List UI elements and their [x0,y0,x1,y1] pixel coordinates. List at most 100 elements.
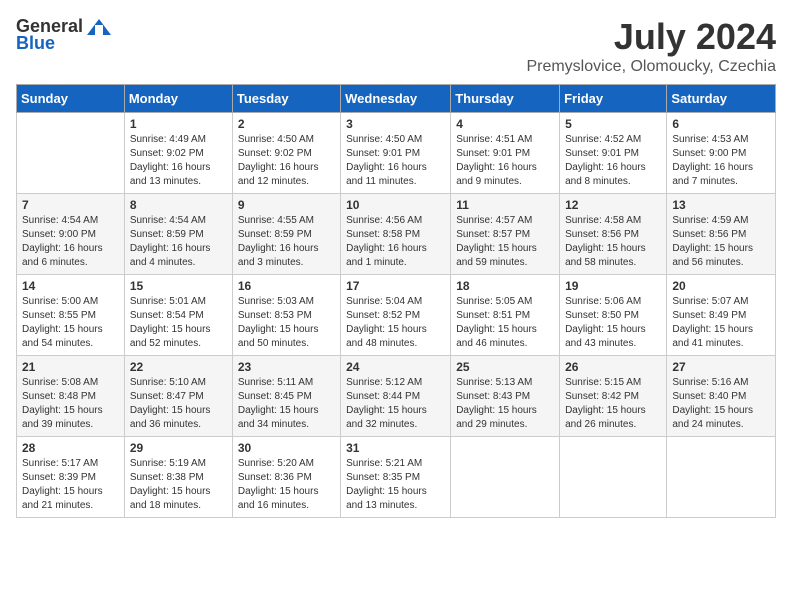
day-number: 14 [22,279,119,293]
day-info: Sunrise: 4:54 AM Sunset: 8:59 PM Dayligh… [130,214,227,270]
day-number: 23 [238,360,335,374]
day-number: 25 [456,360,554,374]
calendar-cell: 30 Sunrise: 5:20 AM Sunset: 8:36 PM Dayli… [232,437,340,518]
day-number: 3 [346,117,445,131]
header-day-thursday: Thursday [451,85,560,113]
day-number: 30 [238,441,335,455]
day-number: 20 [672,279,770,293]
header-day-tuesday: Tuesday [232,85,340,113]
day-number: 5 [565,117,661,131]
day-info: Sunrise: 5:07 AM Sunset: 8:49 PM Dayligh… [672,295,770,351]
day-info: Sunrise: 4:57 AM Sunset: 8:57 PM Dayligh… [456,214,554,270]
calendar-cell: 17 Sunrise: 5:04 AM Sunset: 8:52 PM Dayli… [341,275,451,356]
calendar-week-row: 28 Sunrise: 5:17 AM Sunset: 8:39 PM Dayli… [17,437,776,518]
day-number: 11 [456,198,554,212]
calendar-cell: 8 Sunrise: 4:54 AM Sunset: 8:59 PM Daylig… [124,194,232,275]
calendar-cell: 31Sunrise: 5:21 AM Sunset: 8:35 PM Dayli… [341,437,451,518]
header-day-friday: Friday [560,85,667,113]
calendar-cell: 12Sunrise: 4:58 AM Sunset: 8:56 PM Dayli… [560,194,667,275]
calendar-cell: 19Sunrise: 5:06 AM Sunset: 8:50 PM Dayli… [560,275,667,356]
logo-icon [85,17,113,37]
calendar-title: July 2024 [526,16,776,58]
day-number: 22 [130,360,227,374]
day-number: 27 [672,360,770,374]
day-info: Sunrise: 4:58 AM Sunset: 8:56 PM Dayligh… [565,214,661,270]
header-day-saturday: Saturday [667,85,776,113]
day-number: 1 [130,117,227,131]
day-number: 26 [565,360,661,374]
day-number: 15 [130,279,227,293]
day-info: Sunrise: 5:05 AM Sunset: 8:51 PM Dayligh… [456,295,554,351]
calendar-cell [451,437,560,518]
calendar-cell: 4Sunrise: 4:51 AM Sunset: 9:01 PM Daylig… [451,113,560,194]
title-area: July 2024 Premyslovice, Olomoucky, Czech… [526,16,776,76]
day-info: Sunrise: 5:12 AM Sunset: 8:44 PM Dayligh… [346,376,445,432]
day-info: Sunrise: 4:56 AM Sunset: 8:58 PM Dayligh… [346,214,445,270]
calendar-cell: 3 Sunrise: 4:50 AM Sunset: 9:01 PM Daylig… [341,113,451,194]
day-number: 7 [22,198,119,212]
calendar-cell: 2 Sunrise: 4:50 AM Sunset: 9:02 PM Daylig… [232,113,340,194]
day-number: 13 [672,198,770,212]
calendar-cell: 10 Sunrise: 4:56 AM Sunset: 8:58 PM Dayli… [341,194,451,275]
calendar-cell: 25Sunrise: 5:13 AM Sunset: 8:43 PM Dayli… [451,356,560,437]
day-number: 2 [238,117,335,131]
calendar-week-row: 7Sunrise: 4:54 AM Sunset: 9:00 PM Daylig… [17,194,776,275]
calendar-cell: 28 Sunrise: 5:17 AM Sunset: 8:39 PM Dayli… [17,437,125,518]
header-day-monday: Monday [124,85,232,113]
calendar-cell: 14 Sunrise: 5:00 AM Sunset: 8:55 PM Dayli… [17,275,125,356]
calendar-cell [667,437,776,518]
calendar-cell: 23 Sunrise: 5:11 AM Sunset: 8:45 PM Dayli… [232,356,340,437]
day-number: 24 [346,360,445,374]
day-info: Sunrise: 5:20 AM Sunset: 8:36 PM Dayligh… [238,457,335,513]
calendar-cell: 13 Sunrise: 4:59 AM Sunset: 8:56 PM Dayli… [667,194,776,275]
day-info: Sunrise: 5:04 AM Sunset: 8:52 PM Dayligh… [346,295,445,351]
day-number: 29 [130,441,227,455]
calendar-cell: 26 Sunrise: 5:15 AM Sunset: 8:42 PM Dayli… [560,356,667,437]
day-number: 17 [346,279,445,293]
day-info: Sunrise: 4:49 AM Sunset: 9:02 PM Dayligh… [130,133,227,189]
day-info: Sunrise: 5:15 AM Sunset: 8:42 PM Dayligh… [565,376,661,432]
calendar-table: SundayMondayTuesdayWednesdayThursdayFrid… [16,84,776,518]
calendar-cell: 24 Sunrise: 5:12 AM Sunset: 8:44 PM Dayli… [341,356,451,437]
logo: General Blue [16,16,113,54]
day-number: 31 [346,441,445,455]
calendar-cell: 1 Sunrise: 4:49 AM Sunset: 9:02 PM Daylig… [124,113,232,194]
day-info: Sunrise: 4:50 AM Sunset: 9:01 PM Dayligh… [346,133,445,189]
day-number: 8 [130,198,227,212]
day-number: 10 [346,198,445,212]
calendar-cell: 16 Sunrise: 5:03 AM Sunset: 8:53 PM Dayli… [232,275,340,356]
day-info: Sunrise: 5:10 AM Sunset: 8:47 PM Dayligh… [130,376,227,432]
day-info: Sunrise: 4:50 AM Sunset: 9:02 PM Dayligh… [238,133,335,189]
calendar-cell: 7Sunrise: 4:54 AM Sunset: 9:00 PM Daylig… [17,194,125,275]
day-info: Sunrise: 4:55 AM Sunset: 8:59 PM Dayligh… [238,214,335,270]
day-number: 28 [22,441,119,455]
day-number: 9 [238,198,335,212]
calendar-week-row: 14 Sunrise: 5:00 AM Sunset: 8:55 PM Dayli… [17,275,776,356]
calendar-cell: 15 Sunrise: 5:01 AM Sunset: 8:54 PM Dayli… [124,275,232,356]
day-number: 16 [238,279,335,293]
day-info: Sunrise: 5:16 AM Sunset: 8:40 PM Dayligh… [672,376,770,432]
calendar-subtitle: Premyslovice, Olomoucky, Czechia [526,58,776,76]
calendar-cell: 6Sunrise: 4:53 AM Sunset: 9:00 PM Daylig… [667,113,776,194]
calendar-cell [17,113,125,194]
calendar-cell: 11 Sunrise: 4:57 AM Sunset: 8:57 PM Dayli… [451,194,560,275]
day-number: 6 [672,117,770,131]
day-number: 18 [456,279,554,293]
header-day-sunday: Sunday [17,85,125,113]
calendar-header-row: SundayMondayTuesdayWednesdayThursdayFrid… [17,85,776,113]
day-info: Sunrise: 5:17 AM Sunset: 8:39 PM Dayligh… [22,457,119,513]
page-header: General Blue July 2024 Premyslovice, Olo… [16,16,776,76]
logo-blue-text: Blue [16,33,55,54]
day-info: Sunrise: 4:59 AM Sunset: 8:56 PM Dayligh… [672,214,770,270]
calendar-cell: 20 Sunrise: 5:07 AM Sunset: 8:49 PM Dayli… [667,275,776,356]
day-info: Sunrise: 5:03 AM Sunset: 8:53 PM Dayligh… [238,295,335,351]
day-info: Sunrise: 5:11 AM Sunset: 8:45 PM Dayligh… [238,376,335,432]
calendar-cell: 9 Sunrise: 4:55 AM Sunset: 8:59 PM Daylig… [232,194,340,275]
day-info: Sunrise: 5:00 AM Sunset: 8:55 PM Dayligh… [22,295,119,351]
calendar-cell [560,437,667,518]
day-info: Sunrise: 5:19 AM Sunset: 8:38 PM Dayligh… [130,457,227,513]
day-info: Sunrise: 5:08 AM Sunset: 8:48 PM Dayligh… [22,376,119,432]
calendar-cell: 29 Sunrise: 5:19 AM Sunset: 8:38 PM Dayli… [124,437,232,518]
day-info: Sunrise: 5:01 AM Sunset: 8:54 PM Dayligh… [130,295,227,351]
day-number: 19 [565,279,661,293]
